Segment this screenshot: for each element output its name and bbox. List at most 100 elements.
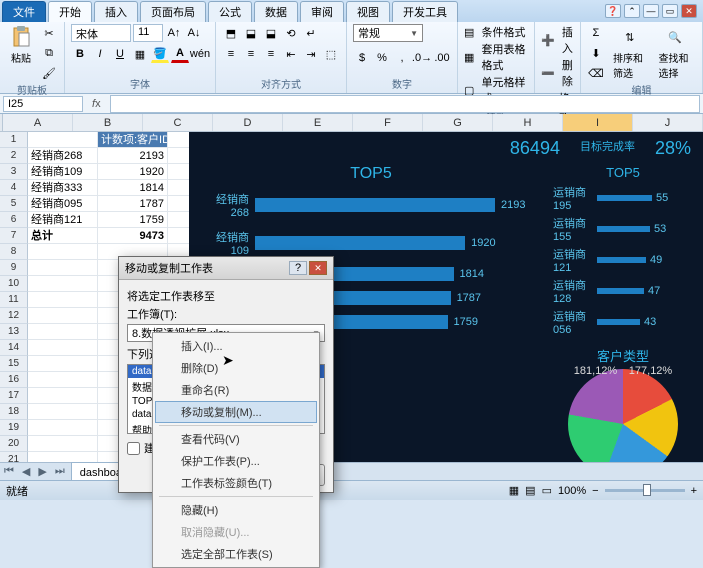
cell[interactable]	[28, 260, 98, 276]
cell[interactable]	[28, 292, 98, 308]
tab-review[interactable]: 审阅	[300, 1, 344, 22]
copy-icon[interactable]: ⧉	[40, 44, 58, 62]
context-menu-item[interactable]: 保护工作表(P)...	[155, 450, 317, 472]
cell[interactable]: 1759	[98, 212, 168, 228]
row-header-18[interactable]: 18	[0, 404, 28, 420]
cell[interactable]	[28, 420, 98, 436]
context-menu-item[interactable]: 重命名(R)	[155, 379, 317, 401]
clear-icon[interactable]: ⌫	[587, 64, 605, 82]
insert-cells-button[interactable]: ➕ 插入	[541, 24, 574, 56]
minimize-ribbon-icon[interactable]: ⌃	[624, 4, 640, 18]
row-header-1[interactable]: 1	[0, 132, 28, 148]
col-header-C[interactable]: C	[143, 114, 213, 131]
context-menu-item[interactable]: 插入(I)...	[155, 335, 317, 357]
view-normal-icon[interactable]: ▦	[509, 484, 519, 497]
cell[interactable]: 2193	[98, 148, 168, 164]
cell[interactable]: 总计	[28, 228, 98, 244]
formula-input[interactable]	[110, 95, 700, 113]
tab-home[interactable]: 开始	[48, 1, 92, 22]
row-header-16[interactable]: 16	[0, 372, 28, 388]
row-header-10[interactable]: 10	[0, 276, 28, 292]
row-header-5[interactable]: 5	[0, 196, 28, 212]
decrease-font-icon[interactable]: A↓	[185, 24, 203, 42]
tab-formula[interactable]: 公式	[208, 1, 252, 22]
decrease-decimal-icon[interactable]: .00	[433, 49, 451, 67]
col-header-A[interactable]: A	[3, 114, 73, 131]
cell[interactable]	[28, 308, 98, 324]
cell[interactable]: 9473	[98, 228, 168, 244]
phonetic-icon[interactable]: wén	[191, 45, 209, 63]
cell[interactable]	[28, 436, 98, 452]
cell[interactable]	[28, 388, 98, 404]
italic-icon[interactable]: I	[91, 45, 109, 63]
font-color-icon[interactable]: A	[171, 45, 189, 63]
paste-button[interactable]: 粘贴	[6, 24, 36, 67]
row-header-7[interactable]: 7	[0, 228, 28, 244]
tab-layout[interactable]: 页面布局	[140, 1, 206, 22]
close-icon[interactable]: ✕	[681, 4, 697, 18]
align-top-icon[interactable]: ⬒	[222, 24, 240, 42]
row-header-6[interactable]: 6	[0, 212, 28, 228]
cell[interactable]: 经销商095	[28, 196, 98, 212]
fill-icon[interactable]: ⬇	[587, 44, 605, 62]
delete-cells-button[interactable]: ➖ 删除	[541, 57, 574, 89]
zoom-slider[interactable]	[605, 489, 685, 492]
underline-icon[interactable]: U	[111, 45, 129, 63]
col-header-H[interactable]: H	[493, 114, 563, 131]
context-menu-item[interactable]: 工作表标签颜色(T)	[155, 472, 317, 494]
col-header-G[interactable]: G	[423, 114, 493, 131]
row-header-11[interactable]: 11	[0, 292, 28, 308]
conditional-format-button[interactable]: ▤ 条件格式	[464, 24, 525, 40]
sort-filter-button[interactable]: ⇅ 排序和筛选	[609, 24, 651, 82]
row-header-20[interactable]: 20	[0, 436, 28, 452]
dialog-close-icon[interactable]: ✕	[309, 261, 327, 275]
currency-icon[interactable]: $	[353, 49, 371, 67]
increase-decimal-icon[interactable]: .0→	[413, 49, 431, 67]
context-menu-item[interactable]: 隐藏(H)	[155, 499, 317, 521]
increase-font-icon[interactable]: A↑	[165, 24, 183, 42]
name-box[interactable]: I25	[3, 96, 83, 112]
align-center-icon[interactable]: ≡	[242, 45, 260, 63]
cell[interactable]	[28, 324, 98, 340]
percent-icon[interactable]: %	[373, 49, 391, 67]
align-left-icon[interactable]: ≡	[222, 45, 240, 63]
row-header-17[interactable]: 17	[0, 388, 28, 404]
tab-insert[interactable]: 插入	[94, 1, 138, 22]
align-bottom-icon[interactable]: ⬓	[262, 24, 280, 42]
copy-checkbox[interactable]	[127, 442, 140, 455]
tab-nav-prev-icon[interactable]: ◀	[18, 465, 34, 478]
font-size-input[interactable]: 11	[133, 24, 163, 42]
number-format-select[interactable]: 常规▼	[353, 24, 423, 42]
align-middle-icon[interactable]: ⬓	[242, 24, 260, 42]
col-header-J[interactable]: J	[633, 114, 703, 131]
cell[interactable]	[28, 340, 98, 356]
font-name-input[interactable]: 宋体	[71, 24, 131, 42]
indent-inc-icon[interactable]: ⇥	[302, 45, 320, 63]
orientation-icon[interactable]: ⟲	[282, 24, 300, 42]
context-menu-item[interactable]: 移动或复制(M)...	[155, 401, 317, 423]
row-header-4[interactable]: 4	[0, 180, 28, 196]
indent-dec-icon[interactable]: ⇤	[282, 45, 300, 63]
cell[interactable]	[28, 356, 98, 372]
cell[interactable]: 1814	[98, 180, 168, 196]
cut-icon[interactable]: ✂	[40, 24, 58, 42]
view-break-icon[interactable]: ▭	[542, 484, 552, 497]
wrap-text-icon[interactable]: ↵	[302, 24, 320, 42]
col-header-I[interactable]: I	[563, 114, 633, 131]
row-header-14[interactable]: 14	[0, 340, 28, 356]
row-header-15[interactable]: 15	[0, 356, 28, 372]
row-header-2[interactable]: 2	[0, 148, 28, 164]
cell[interactable]: 1787	[98, 196, 168, 212]
align-right-icon[interactable]: ≡	[262, 45, 280, 63]
col-header-D[interactable]: D	[213, 114, 283, 131]
cell[interactable]	[28, 276, 98, 292]
tab-nav-last-icon[interactable]: ⏭	[51, 465, 69, 478]
zoom-out-icon[interactable]: −	[592, 485, 598, 497]
cell[interactable]	[28, 244, 98, 260]
col-header-F[interactable]: F	[353, 114, 423, 131]
restore-icon[interactable]: ▭	[662, 4, 678, 18]
col-header-B[interactable]: B	[73, 114, 143, 131]
bold-icon[interactable]: B	[71, 45, 89, 63]
context-menu-item[interactable]: 查看代码(V)	[155, 428, 317, 450]
border-icon[interactable]: ▦	[131, 45, 149, 63]
